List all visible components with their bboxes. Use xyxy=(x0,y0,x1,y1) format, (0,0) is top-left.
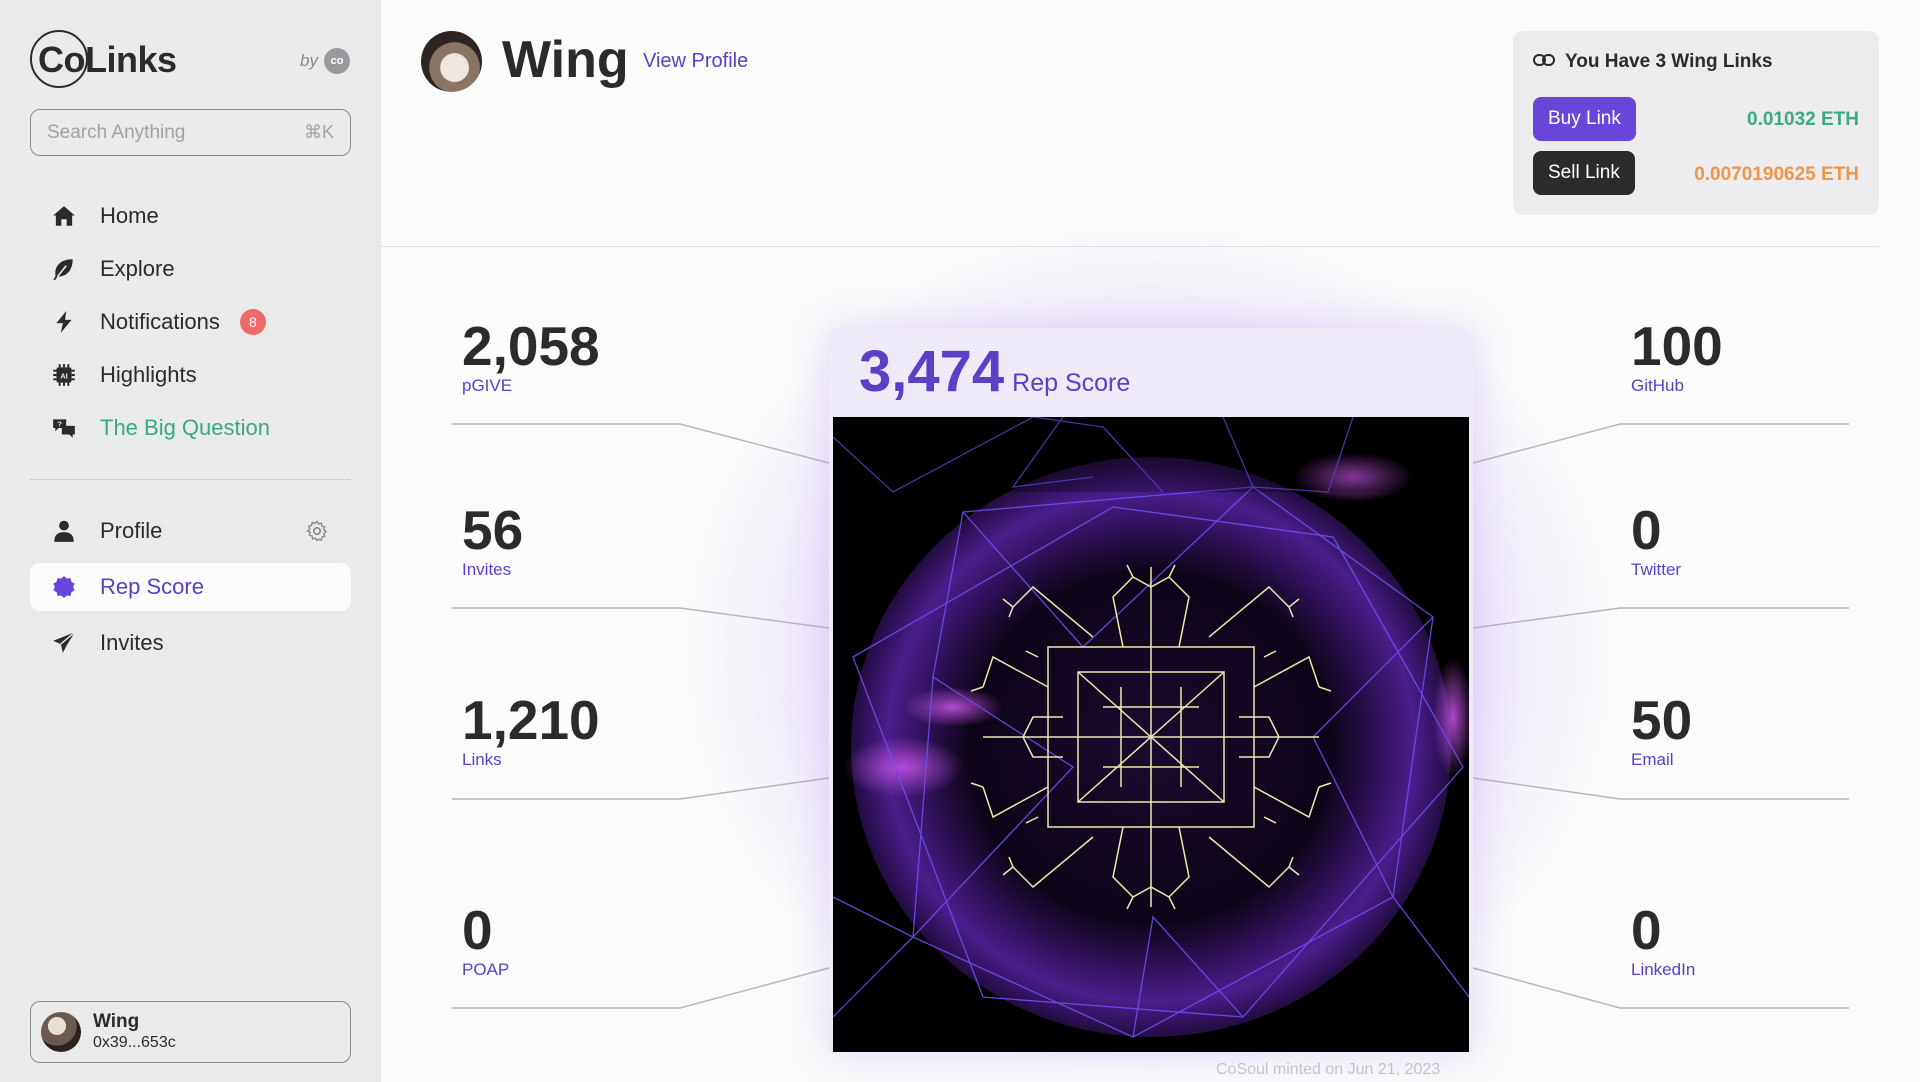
nav-item-explore[interactable]: Explore xyxy=(30,245,351,293)
gear-icon[interactable] xyxy=(305,519,329,543)
stat-value: 56 xyxy=(462,499,524,561)
nav-item-highlights[interactable]: AI Highlights xyxy=(30,351,351,399)
search-box[interactable]: ⌘K xyxy=(30,109,351,156)
stat-invites: 56 Invites xyxy=(462,500,523,580)
stat-label: GitHub xyxy=(1631,376,1684,395)
co-logo-icon: co xyxy=(324,48,350,74)
ai-chip-icon: AI xyxy=(50,361,78,389)
nav-item-notifications[interactable]: Notifications 8 xyxy=(30,298,351,346)
sidebar: CoLinks by co ⌘K Home Explore Notifica xyxy=(0,0,381,1082)
main-nav: Home Explore Notifications 8 AI Highligh… xyxy=(30,192,351,452)
cosoul-artwork[interactable] xyxy=(833,417,1469,1052)
stat-pgive: 2,058 pGIVE xyxy=(462,316,600,396)
nav-label: Home xyxy=(100,203,159,228)
stat-value: 50 xyxy=(1631,689,1693,751)
user-info: Wing 0x39...653c xyxy=(93,1011,176,1053)
avatar xyxy=(41,1012,81,1052)
nav-item-home[interactable]: Home xyxy=(30,192,351,240)
rep-score-card: 3,474 Rep Score xyxy=(829,328,1473,1052)
colinks-logo[interactable]: CoLinks xyxy=(30,28,177,92)
nav-label: Rep Score xyxy=(100,574,204,599)
links-panel: You Have 3 Wing Links Buy Link 0.01032 E… xyxy=(1513,31,1879,215)
stat-twitter: 0 Twitter xyxy=(1631,500,1681,580)
sell-link-button[interactable]: Sell Link xyxy=(1533,151,1635,195)
nav-label: Explore xyxy=(100,256,175,281)
nav-divider xyxy=(30,479,351,480)
nav-label: Profile xyxy=(100,518,163,543)
person-icon xyxy=(50,517,78,545)
stat-value: 1,210 xyxy=(462,689,600,751)
buy-price: 0.01032 ETH xyxy=(1747,109,1859,130)
minted-caption: CoSoul minted on Jun 21, 2023 xyxy=(1216,1061,1441,1078)
stat-poap: 0 POAP xyxy=(462,900,509,980)
nav-item-profile[interactable]: Profile xyxy=(30,507,351,555)
profile-avatar xyxy=(421,31,482,92)
stat-links: 1,210 Links xyxy=(462,690,600,770)
stat-value: 100 xyxy=(1631,315,1723,377)
current-user-card[interactable]: Wing 0x39...653c xyxy=(30,1001,351,1063)
links-title-text: You Have 3 Wing Links xyxy=(1565,51,1773,72)
stat-value: 0 xyxy=(1631,499,1662,561)
svg-text:?: ? xyxy=(57,419,62,428)
stat-linkedin: 0 LinkedIn xyxy=(1631,900,1695,980)
nav-label: Invites xyxy=(100,630,164,655)
nav-label: The Big Question xyxy=(100,415,270,440)
nav-label: Notifications xyxy=(100,309,220,334)
bolt-icon xyxy=(50,308,78,336)
secondary-nav: Profile Rep Score Invites xyxy=(30,507,351,667)
stat-value: 2,058 xyxy=(462,315,600,377)
paper-plane-icon xyxy=(50,629,78,657)
stat-label: pGIVE xyxy=(462,376,513,395)
stat-label: POAP xyxy=(462,960,510,979)
rep-score-heading: 3,474 Rep Score xyxy=(859,338,1130,405)
nav-item-big-question[interactable]: ? The Big Question xyxy=(30,404,351,452)
stat-value: 0 xyxy=(1631,899,1662,961)
nav-item-rep-score[interactable]: Rep Score xyxy=(30,563,351,611)
stat-github: 100 GitHub xyxy=(1631,316,1723,396)
page-title: Wing xyxy=(502,31,629,89)
by-label: by xyxy=(300,51,318,70)
by-coordinape: by co xyxy=(300,48,350,74)
leaf-icon xyxy=(50,255,78,283)
links-title: You Have 3 Wing Links xyxy=(1533,51,1772,73)
notification-count-badge: 8 xyxy=(239,309,266,335)
stat-email: 50 Email xyxy=(1631,690,1692,770)
user-name: Wing xyxy=(93,1011,140,1032)
stat-value: 0 xyxy=(462,899,493,961)
rep-score-value: 3,474 xyxy=(859,339,1005,404)
stat-label: Links xyxy=(462,750,502,769)
badge-icon xyxy=(50,573,78,601)
chat-bubbles-icon: ? xyxy=(50,414,78,442)
sell-price: 0.0070190625 ETH xyxy=(1694,164,1859,185)
search-input[interactable] xyxy=(47,121,287,144)
user-address: 0x39...653c xyxy=(93,1034,176,1051)
nav-label: Highlights xyxy=(100,362,197,387)
logo-row: CoLinks by co xyxy=(30,28,350,92)
home-icon xyxy=(50,202,78,230)
stat-label: Invites xyxy=(462,560,512,579)
search-shortcut: ⌘K xyxy=(303,122,334,142)
logo-text: CoLinks xyxy=(38,39,177,80)
rep-score-label: Rep Score xyxy=(1012,369,1131,397)
nav-item-invites[interactable]: Invites xyxy=(30,619,351,667)
view-profile-link[interactable]: View Profile xyxy=(643,50,748,73)
stat-label: Email xyxy=(1631,750,1674,769)
buy-link-button[interactable]: Buy Link xyxy=(1533,97,1636,141)
svg-text:AI: AI xyxy=(60,371,68,380)
stat-label: Twitter xyxy=(1631,560,1682,579)
stat-label: LinkedIn xyxy=(1631,960,1696,979)
link-chain-icon xyxy=(1533,51,1555,73)
